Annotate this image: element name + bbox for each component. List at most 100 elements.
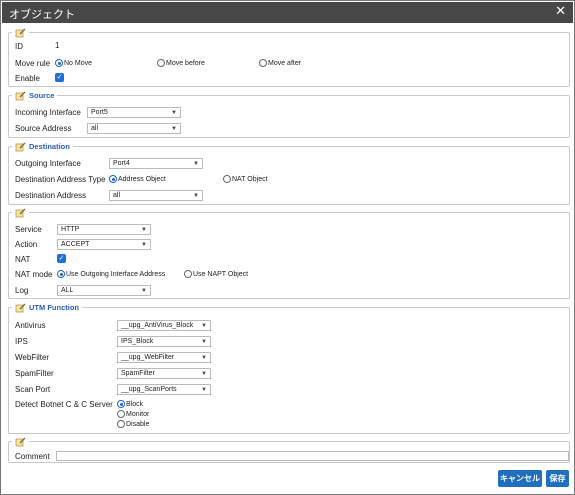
incoming-interface-select[interactable]: Port5 ▼: [87, 107, 181, 118]
select-value: Port4: [113, 160, 130, 167]
cancel-button[interactable]: キャンセル: [498, 470, 542, 487]
select-value: SpamFilter: [121, 370, 155, 377]
radio-label: Move after: [268, 59, 302, 67]
dialog-title: オブジェクト: [9, 8, 75, 21]
select-value: IPS_Block: [121, 338, 154, 345]
botnet-disable-radio[interactable]: Disable: [117, 420, 149, 428]
ips-select[interactable]: IPS_Block ▼: [117, 336, 211, 347]
radio-dot: [184, 270, 192, 278]
select-value: HTTP: [61, 226, 80, 233]
move-no-move-radio[interactable]: No Move: [55, 59, 92, 67]
close-icon[interactable]: ✕: [555, 4, 566, 19]
comment-legend: [12, 435, 29, 448]
edit-note-icon: [15, 208, 26, 218]
webfilter-select[interactable]: __upg_WebFilter ▼: [117, 352, 211, 363]
dest-type-address-object-radio[interactable]: Address Object: [109, 175, 166, 183]
chevron-down-icon: ▼: [193, 161, 199, 167]
nat-mode-outgoing-radio[interactable]: Use Outgoing Interface Address: [57, 270, 165, 278]
antivirus-label: Antivirus: [15, 321, 46, 330]
dest-type-label: Destination Address Type: [15, 175, 106, 184]
log-select[interactable]: ALL ▼: [57, 285, 151, 296]
chevron-down-icon: ▼: [171, 126, 177, 132]
move-rule-label: Move rule: [15, 59, 51, 68]
radio-label: Use Outgoing Interface Address: [66, 270, 166, 278]
botnet-block-radio[interactable]: Block: [117, 400, 143, 408]
radio-label: Address Object: [118, 175, 166, 183]
radio-dot: [55, 59, 63, 67]
utm-section: UTM Function: [8, 301, 570, 434]
radio-dot: [223, 175, 231, 183]
general-legend: [12, 26, 29, 39]
service-legend: [12, 206, 29, 219]
comment-label: Comment: [15, 452, 50, 461]
move-after-radio[interactable]: Move after: [259, 59, 301, 67]
chevron-down-icon: ▼: [141, 288, 147, 294]
webfilter-label: WebFilter: [15, 353, 50, 362]
spamfilter-select[interactable]: SpamFilter ▼: [117, 368, 211, 379]
chevron-down-icon: ▼: [201, 355, 207, 361]
radio-dot: [117, 400, 125, 408]
dest-type-nat-object-radio[interactable]: NAT Object: [223, 175, 268, 183]
radio-label: Monitor: [126, 410, 150, 418]
scanport-label: Scan Port: [15, 385, 51, 394]
radio-dot: [117, 410, 125, 418]
destination-legend: Destination: [12, 140, 73, 153]
dest-address-label: Destination Address: [15, 191, 87, 200]
outgoing-interface-label: Outgoing Interface: [15, 159, 81, 168]
nat-label: NAT: [15, 255, 31, 264]
service-select[interactable]: HTTP ▼: [57, 224, 151, 235]
source-address-label: Source Address: [15, 124, 72, 133]
radio-label: Use NAPT Object: [193, 270, 249, 278]
service-label: Service: [15, 225, 42, 234]
edit-note-icon: [15, 28, 26, 38]
radio-dot: [117, 420, 125, 428]
id-value: 1: [55, 41, 60, 50]
edit-note-icon: [15, 437, 26, 447]
edit-note-icon: [15, 91, 26, 101]
select-value: __upg_WebFilter: [121, 354, 175, 361]
chevron-down-icon: ▼: [201, 387, 207, 393]
select-value: ALL: [61, 287, 74, 294]
chevron-down-icon: ▼: [201, 323, 207, 329]
edit-note-icon: [15, 303, 26, 313]
source-legend: Source: [12, 89, 58, 102]
save-button[interactable]: 保存: [546, 470, 569, 487]
select-value: ACCEPT: [61, 241, 90, 248]
move-before-radio[interactable]: Move before: [157, 59, 205, 67]
botnet-monitor-radio[interactable]: Monitor: [117, 410, 149, 418]
select-value: all: [113, 192, 121, 199]
destination-title: Destination: [29, 142, 70, 151]
spamfilter-label: SpamFilter: [15, 369, 54, 378]
nat-mode-napt-radio[interactable]: Use NAPT Object: [184, 270, 248, 278]
source-title: Source: [29, 91, 55, 100]
log-label: Log: [15, 286, 29, 295]
ips-label: IPS: [15, 337, 28, 346]
enable-label: Enable: [15, 74, 40, 83]
radio-dot: [57, 270, 65, 278]
action-select[interactable]: ACCEPT ▼: [57, 239, 151, 250]
chevron-down-icon: ▼: [201, 339, 207, 345]
radio-dot: [157, 59, 165, 67]
comment-input[interactable]: [56, 451, 569, 461]
enable-checkbox[interactable]: ✓: [55, 73, 64, 82]
dest-address-select[interactable]: all ▼: [109, 190, 203, 201]
id-label: ID: [15, 42, 23, 51]
outgoing-interface-select[interactable]: Port4 ▼: [109, 158, 203, 169]
radio-label: Move before: [166, 59, 205, 67]
chevron-down-icon: ▼: [141, 227, 147, 233]
radio-dot: [109, 175, 117, 183]
nat-mode-label: NAT mode: [15, 270, 53, 279]
dialog-titlebar: オブジェクト ✕: [2, 2, 573, 23]
select-value: __upg_ScanPorts: [121, 386, 177, 393]
nat-checkbox[interactable]: ✓: [57, 254, 66, 263]
source-address-select[interactable]: all ▼: [87, 123, 181, 134]
chevron-down-icon: ▼: [141, 242, 147, 248]
utm-title: UTM Function: [29, 303, 79, 312]
radio-label: Block: [126, 400, 144, 408]
chevron-down-icon: ▼: [193, 193, 199, 199]
incoming-interface-label: Incoming Interface: [15, 108, 81, 117]
scanport-select[interactable]: __upg_ScanPorts ▼: [117, 384, 211, 395]
utm-legend: UTM Function: [12, 301, 82, 314]
select-value: all: [91, 125, 99, 132]
antivirus-select[interactable]: __upg_AntiVirus_Block ▼: [117, 320, 211, 331]
